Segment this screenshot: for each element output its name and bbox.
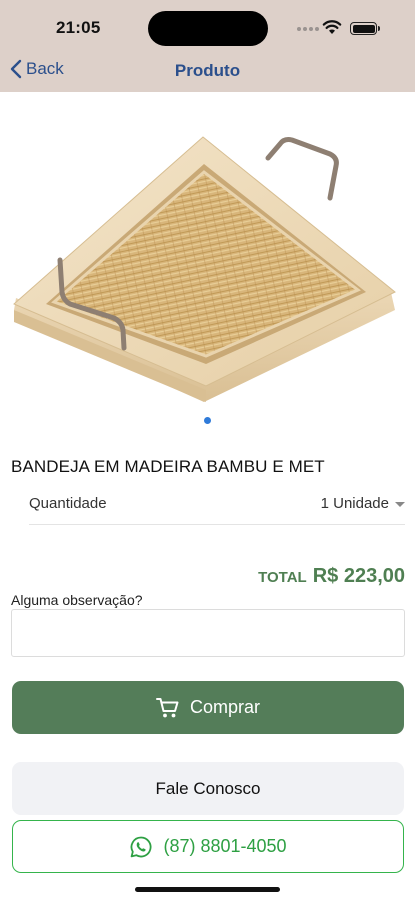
quantity-selector[interactable]: Quantidade 1 Unidade: [29, 487, 405, 525]
product-image[interactable]: [0, 92, 415, 412]
quantity-label: Quantidade: [29, 495, 107, 512]
carousel-dot-active[interactable]: [204, 417, 211, 424]
carousel-indicator[interactable]: [0, 417, 415, 424]
observation-input[interactable]: [11, 609, 405, 657]
whatsapp-button[interactable]: (87) 8801-4050: [12, 820, 404, 873]
contact-button[interactable]: Fale Conosco: [12, 762, 404, 815]
whatsapp-icon: [131, 836, 152, 857]
buy-button-label: Comprar: [189, 697, 260, 717]
contact-button-label: Fale Conosco: [155, 778, 261, 798]
total-price: TOTAL R$ 223,00: [258, 565, 405, 588]
caret-down-icon: [395, 502, 405, 507]
quantity-value: 1 Unidade: [320, 495, 389, 512]
wifi-icon: [322, 20, 342, 34]
observation-label: Alguma observação?: [11, 592, 143, 608]
dynamic-island: [148, 11, 268, 46]
navigation-bar: Back Produto: [0, 50, 415, 92]
product-name: BANDEJA EM MADEIRA BAMBU E MET: [11, 457, 325, 476]
home-indicator: [135, 887, 280, 892]
status-bar: 21:05: [0, 0, 415, 50]
signal-icon: [297, 27, 319, 31]
total-label: TOTAL: [258, 569, 307, 586]
status-time: 21:05: [56, 18, 101, 37]
cart-icon: [155, 697, 179, 717]
battery-icon: [350, 22, 380, 35]
total-value: R$ 223,00: [312, 565, 405, 587]
buy-button[interactable]: Comprar: [12, 681, 404, 734]
whatsapp-number: (87) 8801-4050: [163, 836, 287, 856]
page-title: Produto: [174, 61, 241, 80]
